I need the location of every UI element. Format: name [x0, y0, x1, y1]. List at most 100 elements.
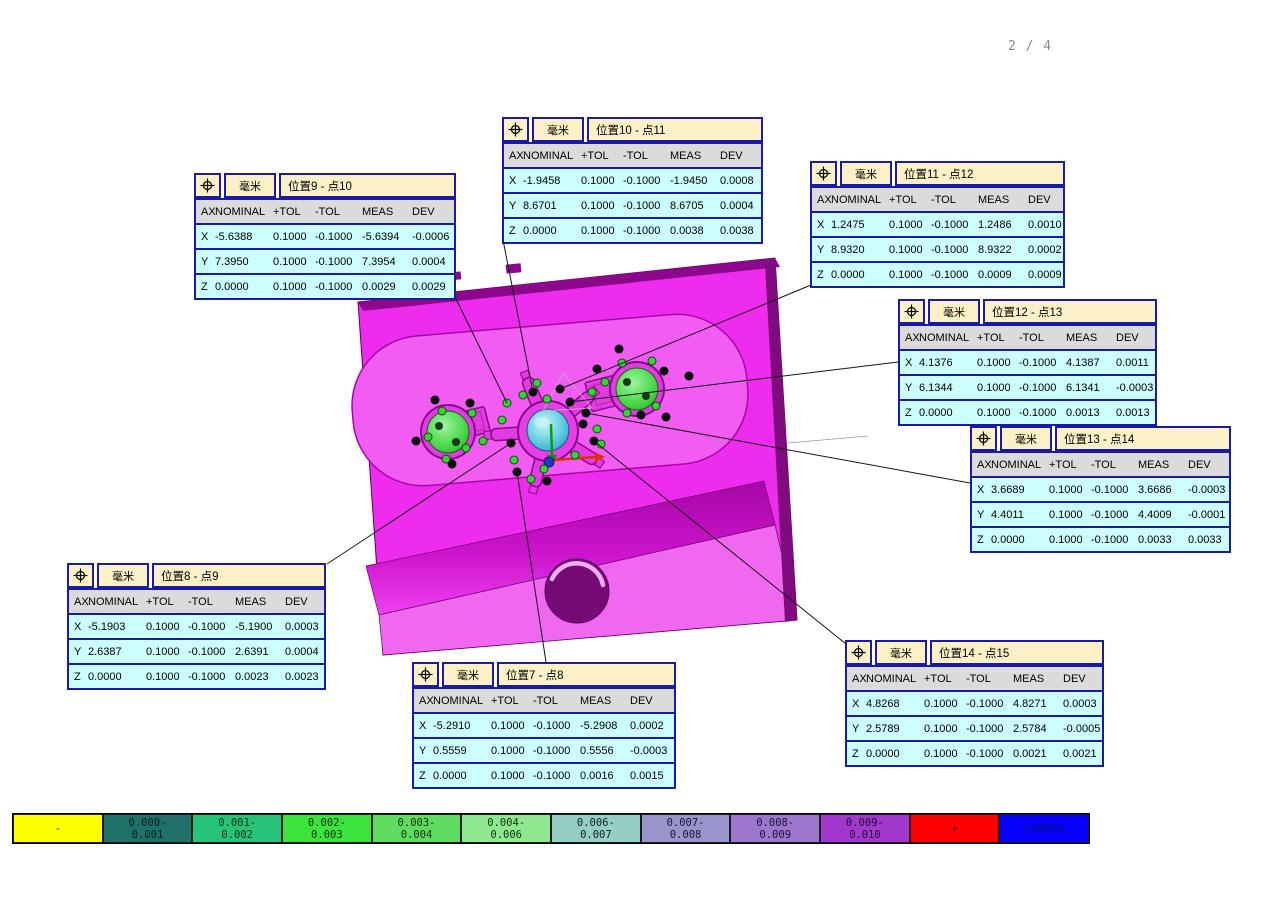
- table-cell: 4.4009: [1138, 509, 1188, 521]
- measurement-table: 毫米位置9 - 点10AXNOMINAL+TOL-TOLMEASDEVX-5.6…: [194, 173, 456, 300]
- segment-label-line2: 0.002: [221, 829, 253, 841]
- table-cell: 0.0000: [919, 407, 977, 419]
- table-cell: -0.1000: [315, 256, 362, 268]
- unit-label: 毫米: [442, 662, 494, 687]
- column-header: +TOL: [1049, 459, 1091, 471]
- table-cell: 1.2475: [831, 219, 889, 231]
- table-cell: 0.0016: [580, 770, 630, 782]
- table-cell: 0.0038: [670, 225, 720, 237]
- table-cell: 0.5556: [580, 745, 630, 757]
- column-header: NOMINAL: [88, 596, 146, 608]
- table-cell: -0.1000: [1019, 382, 1066, 394]
- table-cell: 0.0000: [831, 269, 889, 281]
- table-cell: 0.0003: [285, 621, 324, 633]
- color-scale-segment: +: [910, 814, 1000, 843]
- column-header: AX: [847, 673, 866, 685]
- table-cell: 0.0021: [1013, 748, 1063, 760]
- column-header: -TOL: [1019, 332, 1066, 344]
- table-row: X-1.94580.1000-0.1000-1.94500.0008: [504, 167, 761, 192]
- table-cell: 4.1376: [919, 357, 977, 369]
- table-cell: 0.0000: [215, 281, 273, 293]
- column-header: NOMINAL: [991, 459, 1049, 471]
- table-cell: -1.9458: [523, 175, 581, 187]
- table-cell: -0.1000: [188, 646, 235, 658]
- color-scale-segment: 0.004-0.006: [461, 814, 551, 843]
- measurement-table: 毫米位置8 - 点9AXNOMINAL+TOL-TOLMEASDEVX-5.19…: [67, 563, 326, 690]
- table-cell: 0.0008: [720, 175, 761, 187]
- column-header: DEV: [1116, 332, 1155, 344]
- table-body: AXNOMINAL+TOL-TOLMEASDEVX3.66890.1000-0.…: [970, 451, 1231, 553]
- table-cell: 0.0013: [1116, 407, 1155, 419]
- table-cell: 4.1387: [1066, 357, 1116, 369]
- column-header: +TOL: [977, 332, 1019, 344]
- table-cell: 0.1000: [491, 770, 533, 782]
- table-pos9: 毫米位置9 - 点10AXNOMINAL+TOL-TOLMEASDEVX-5.6…: [194, 173, 456, 300]
- table-cell: Y: [812, 244, 831, 256]
- table-cell: -0.1000: [623, 175, 670, 187]
- table-pos14: 毫米位置14 - 点15AXNOMINAL+TOL-TOLMEASDEVX4.8…: [845, 640, 1104, 767]
- color-scale-segment: 0.006-0.007: [551, 814, 641, 843]
- table-cell: 3.6689: [991, 484, 1049, 496]
- table-pos7: 毫米位置7 - 点8AXNOMINAL+TOL-TOLMEASDEVX-5.29…: [412, 662, 676, 789]
- table-body: AXNOMINAL+TOL-TOLMEASDEVX1.24750.1000-0.…: [810, 186, 1065, 288]
- table-cell: 0.0023: [285, 671, 324, 683]
- column-header-row: AXNOMINAL+TOL-TOLMEASDEV: [847, 667, 1102, 690]
- segment-label-line1: 0.007-: [667, 817, 705, 829]
- table-row: Z0.00000.1000-0.10000.00380.0038: [504, 217, 761, 242]
- table-row: Z0.00000.1000-0.10000.00210.0021: [847, 740, 1102, 765]
- table-cell: 2.6391: [235, 646, 285, 658]
- segment-label-line2: 0.007: [580, 829, 612, 841]
- table-cell: X: [196, 231, 215, 243]
- table-cell: 2.6387: [88, 646, 146, 658]
- table-cell: Z: [504, 225, 523, 237]
- table-body: AXNOMINAL+TOL-TOLMEASDEVX4.82680.1000-0.…: [845, 665, 1104, 767]
- column-header: MEAS: [235, 596, 285, 608]
- color-scale-segment: -: [13, 814, 103, 843]
- table-row: Y2.57890.1000-0.10002.5784-0.0005: [847, 715, 1102, 740]
- table-cell: -0.1000: [315, 281, 362, 293]
- measurement-table: 毫米位置11 - 点12AXNOMINAL+TOL-TOLMEASDEVX1.2…: [810, 161, 1065, 288]
- table-cell: Z: [900, 407, 919, 419]
- table-pos11: 毫米位置11 - 点12AXNOMINAL+TOL-TOLMEASDEVX1.2…: [810, 161, 1065, 288]
- color-scale-segment: 0.009-0.010: [820, 814, 910, 843]
- table-cell: -0.0001: [1188, 509, 1229, 521]
- table-cell: Z: [847, 748, 866, 760]
- column-header: NOMINAL: [919, 332, 977, 344]
- table-cell: -0.1000: [623, 200, 670, 212]
- column-header: NOMINAL: [215, 206, 273, 218]
- table-cell: 0.0029: [362, 281, 412, 293]
- segment-label-line1: -: [55, 823, 61, 835]
- table-title: 位置7 - 点8: [497, 662, 676, 687]
- table-row: Y8.67010.1000-0.10008.67050.0004: [504, 192, 761, 217]
- table-cell: -0.0006: [412, 231, 454, 243]
- table-cell: -0.1000: [1019, 407, 1066, 419]
- table-cell: 0.1000: [1049, 484, 1091, 496]
- table-cell: 0.0002: [1028, 244, 1063, 256]
- table-cell: 0.1000: [146, 646, 188, 658]
- table-cell: -0.0003: [630, 745, 674, 757]
- segment-label-line1: 0.004-: [487, 817, 525, 829]
- table-row: X1.24750.1000-0.10001.24860.0010: [812, 211, 1063, 236]
- table-cell: 7.3950: [215, 256, 273, 268]
- table-cell: 1.2486: [978, 219, 1028, 231]
- table-cell: 0.1000: [924, 698, 966, 710]
- color-scale-segment: 0.007-0.008: [641, 814, 731, 843]
- table-pos8: 毫米位置8 - 点9AXNOMINAL+TOL-TOLMEASDEVX-5.19…: [67, 563, 326, 690]
- table-cell: Z: [414, 770, 433, 782]
- unit-label: 毫米: [224, 173, 276, 198]
- table-pos12: 毫米位置12 - 点13AXNOMINAL+TOL-TOLMEASDEVX4.1…: [898, 299, 1157, 426]
- table-cell: 8.9322: [978, 244, 1028, 256]
- table-cell: -0.1000: [533, 770, 580, 782]
- table-cell: 0.0004: [285, 646, 324, 658]
- table-row: Z0.00000.1000-0.10000.00330.0033: [972, 526, 1229, 551]
- color-scale-segment: 0.001-0.002: [192, 814, 282, 843]
- table-title: 位置13 - 点14: [1055, 426, 1231, 451]
- column-header: DEV: [285, 596, 324, 608]
- table-cell: 0.1000: [581, 175, 623, 187]
- table-cell: 4.4011: [991, 509, 1049, 521]
- table-cell: 8.9320: [831, 244, 889, 256]
- table-cell: 0.0004: [412, 256, 454, 268]
- table-cell: 4.8271: [1013, 698, 1063, 710]
- column-header: -TOL: [966, 673, 1013, 685]
- page-number: 2 / 4: [1008, 39, 1068, 54]
